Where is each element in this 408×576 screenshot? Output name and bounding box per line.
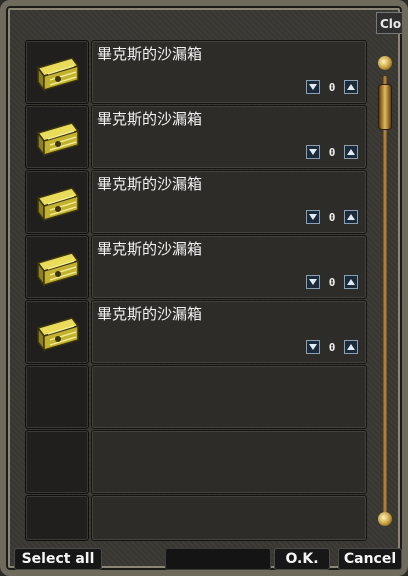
decrease-quantity-button[interactable] [306, 145, 320, 159]
treasure-chest-icon [36, 57, 80, 92]
increase-quantity-button[interactable] [344, 340, 358, 354]
list-item: 畢克斯的沙漏箱 0 [25, 105, 367, 169]
quantity-value: 0 [328, 340, 336, 354]
item-name: 畢克斯的沙漏箱 [97, 110, 203, 128]
item-detail-panel: 畢克斯的沙漏箱 0 [91, 170, 367, 234]
empty-list-item [25, 365, 367, 429]
close-tab[interactable]: Clo [376, 12, 402, 34]
empty-icon-slot [25, 495, 89, 541]
arrow-up-icon [347, 149, 355, 155]
increase-quantity-button[interactable] [344, 275, 358, 289]
item-icon-slot[interactable] [25, 40, 89, 104]
arrow-down-icon [309, 214, 317, 220]
select-all-button[interactable]: Select all [14, 548, 102, 570]
decrease-quantity-button[interactable] [306, 210, 320, 224]
list-item: 畢克斯的沙漏箱 0 [25, 170, 367, 234]
list-item: 畢克斯的沙漏箱 0 [25, 40, 367, 104]
quantity-stepper: 0 [306, 80, 358, 94]
scroll-down-knob-icon[interactable] [378, 512, 392, 526]
ok-button[interactable]: O.K. [274, 548, 330, 570]
empty-icon-slot [25, 430, 89, 494]
item-name: 畢克斯的沙漏箱 [97, 175, 203, 193]
empty-detail-panel [91, 430, 367, 494]
quantity-value: 0 [328, 210, 336, 224]
quantity-value: 0 [328, 275, 336, 289]
scrollbar[interactable] [378, 56, 392, 526]
item-detail-panel: 畢克斯的沙漏箱 0 [91, 235, 367, 299]
arrow-down-icon [309, 344, 317, 350]
arrow-down-icon [309, 149, 317, 155]
item-icon-slot[interactable] [25, 235, 89, 299]
decrease-quantity-button[interactable] [306, 275, 320, 289]
scroll-up-knob-icon[interactable] [378, 56, 392, 70]
increase-quantity-button[interactable] [344, 80, 358, 94]
item-selection-window: Clo 畢克斯的沙漏箱 0 畢克斯的沙漏箱 0 畢克斯的沙漏箱 0 畢克斯的沙漏… [0, 0, 408, 576]
quantity-stepper: 0 [306, 275, 358, 289]
item-name: 畢克斯的沙漏箱 [97, 240, 203, 258]
cancel-button[interactable]: Cancel [338, 548, 402, 570]
item-detail-panel: 畢克斯的沙漏箱 0 [91, 40, 367, 104]
quantity-stepper: 0 [306, 145, 358, 159]
item-icon-slot[interactable] [25, 300, 89, 364]
scrollbar-thumb[interactable] [378, 84, 392, 130]
empty-detail-panel [91, 365, 367, 429]
arrow-down-icon [309, 279, 317, 285]
list-item: 畢克斯的沙漏箱 0 [25, 235, 367, 299]
footer-bar: Select all O.K. Cancel [12, 546, 408, 574]
quantity-stepper: 0 [306, 210, 358, 224]
quantity-value: 0 [328, 145, 336, 159]
quantity-value: 0 [328, 80, 336, 94]
treasure-chest-icon [36, 122, 80, 157]
treasure-chest-icon [36, 252, 80, 287]
item-detail-panel: 畢克斯的沙漏箱 0 [91, 300, 367, 364]
decrease-quantity-button[interactable] [306, 340, 320, 354]
item-name: 畢克斯的沙漏箱 [97, 45, 203, 63]
arrow-down-icon [309, 84, 317, 90]
empty-detail-panel [91, 495, 367, 541]
list-item: 畢克斯的沙漏箱 0 [25, 300, 367, 364]
item-list: 畢克斯的沙漏箱 0 畢克斯的沙漏箱 0 畢克斯的沙漏箱 0 畢克斯的沙漏箱 0 … [25, 40, 367, 542]
item-detail-panel: 畢克斯的沙漏箱 0 [91, 105, 367, 169]
scrollbar-rail [383, 76, 387, 516]
increase-quantity-button[interactable] [344, 210, 358, 224]
quantity-stepper: 0 [306, 340, 358, 354]
empty-icon-slot [25, 365, 89, 429]
empty-list-item [25, 495, 367, 541]
arrow-up-icon [347, 344, 355, 350]
empty-list-item [25, 430, 367, 494]
item-icon-slot[interactable] [25, 105, 89, 169]
item-name: 畢克斯的沙漏箱 [97, 305, 203, 323]
arrow-up-icon [347, 84, 355, 90]
footer-empty-field [165, 548, 271, 570]
treasure-chest-icon [36, 187, 80, 222]
decrease-quantity-button[interactable] [306, 80, 320, 94]
arrow-up-icon [347, 214, 355, 220]
treasure-chest-icon [36, 317, 80, 352]
item-icon-slot[interactable] [25, 170, 89, 234]
arrow-up-icon [347, 279, 355, 285]
increase-quantity-button[interactable] [344, 145, 358, 159]
